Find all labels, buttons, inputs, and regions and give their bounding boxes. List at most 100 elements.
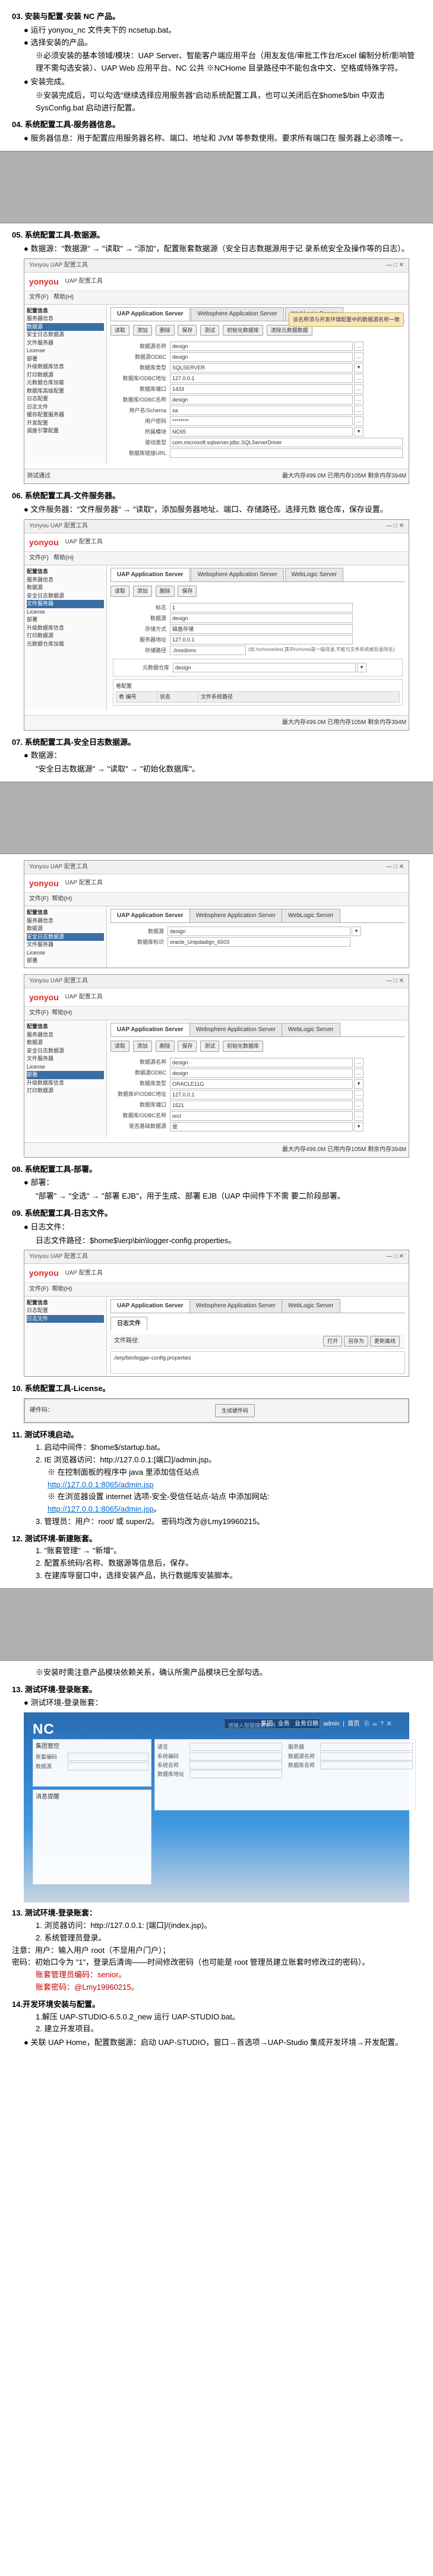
v[interactable] [189, 1752, 282, 1760]
btn-add[interactable]: 添加 [133, 586, 152, 596]
btn-lookup[interactable]: … [354, 395, 364, 404]
nc-m2[interactable]: 业务 [278, 1721, 290, 1727]
tree-item[interactable]: 打印数据源 [27, 632, 104, 640]
btn-lookup[interactable]: … [354, 352, 364, 362]
tab-uap[interactable]: UAP Application Server [110, 1299, 190, 1313]
tree-item-selected[interactable]: 部署 [27, 1071, 104, 1079]
btn-add[interactable]: 添加 [133, 325, 152, 336]
sel-type[interactable]: SQLSERVER [170, 363, 353, 372]
tree-item[interactable]: 部署 [27, 957, 104, 965]
inp-sid[interactable]: design [170, 395, 353, 404]
tree-item[interactable]: 文件服务器 [27, 339, 104, 347]
btn-save[interactable]: 保存 [178, 1041, 197, 1051]
tree-item[interactable]: 日志配置 [27, 1307, 104, 1315]
v[interactable]: design [170, 1069, 353, 1078]
tree-item[interactable]: 安全日志数据源 [27, 331, 104, 339]
tree-item-selected[interactable]: 安全日志数据源 [27, 933, 104, 941]
inp-pwd[interactable]: ******** [170, 416, 353, 426]
btn-read[interactable]: 读取 [110, 325, 129, 336]
win-controls[interactable]: — □ ✕ [386, 976, 404, 986]
btn-test[interactable]: 测试 [200, 1041, 219, 1051]
tree-item[interactable]: 开发配置 [27, 419, 104, 428]
btn-update[interactable]: 更新离线 [370, 1336, 400, 1347]
btn-lookup[interactable]: … [354, 1058, 364, 1067]
fs-v1[interactable]: 1 [170, 603, 353, 612]
inp-mod[interactable]: NC65 [170, 427, 353, 437]
tree-item-selected[interactable]: 数据源 [27, 323, 104, 331]
tree-item[interactable]: License [27, 347, 104, 355]
tree-item-selected[interactable]: 文件服务器 [27, 600, 104, 608]
btn-init[interactable]: 初始化数据库 [223, 1041, 263, 1051]
inp-url[interactable] [170, 448, 403, 458]
v[interactable] [189, 1743, 282, 1751]
btn-lookup[interactable]: … [354, 384, 364, 394]
menu-help[interactable]: 帮助(H) [52, 1286, 72, 1292]
dropdown-icon[interactable]: ▾ [352, 927, 361, 936]
tab-uap[interactable]: UAP Application Server [110, 909, 190, 922]
btn-lookup[interactable]: … [354, 1111, 364, 1121]
tree-item[interactable]: 升级数据库信息 [27, 624, 104, 633]
v[interactable] [320, 1752, 413, 1760]
btn-read[interactable]: 读取 [110, 1041, 129, 1051]
btn-save[interactable]: 保存 [178, 586, 197, 596]
nav-tree[interactable]: 配置信息 服务器信息 数据源 安全日志数据源 文件服务器 License 部署 [24, 906, 107, 968]
tree-item[interactable]: 服务器信息 [27, 1031, 104, 1039]
btn-lookup[interactable]: … [354, 342, 364, 351]
tree-item[interactable]: 数据源 [27, 584, 104, 592]
btn-lookup[interactable]: … [354, 1090, 364, 1099]
dropdown-icon[interactable]: ▾ [354, 1122, 364, 1131]
tree-item[interactable]: 服务器信息 [27, 576, 104, 584]
tab-uap[interactable]: UAP Application Server [110, 1023, 190, 1036]
inp-port[interactable]: 1433 [170, 384, 353, 394]
dep-idv[interactable]: oracle_Unipdadign_6503 [167, 937, 350, 947]
tab-uap[interactable]: UAP Application Server [110, 307, 190, 321]
win-controls[interactable]: — □ ✕ [386, 862, 404, 872]
tab-was[interactable]: Websphere Application Server [189, 909, 282, 922]
tree-item[interactable]: 打印数据源 [27, 371, 104, 380]
inp-drv[interactable]: com.microsoft.sqlserver.jdbc.SQLServerDr… [170, 438, 403, 447]
tree-item[interactable]: License [27, 949, 104, 957]
tab-was[interactable]: Websphere Application Server [189, 1023, 282, 1036]
menu-file[interactable]: 文件(F) [29, 896, 49, 902]
v[interactable]: orcl [170, 1111, 353, 1121]
btn-saveas[interactable]: 另存为 [344, 1336, 368, 1347]
tree-item[interactable]: 日志配置 [27, 395, 104, 403]
tree-item[interactable]: 升级数据库信息 [27, 363, 104, 371]
menu-help[interactable]: 帮助(H) [52, 896, 72, 902]
close-icon[interactable]: ✕ [387, 1721, 391, 1727]
meta-v[interactable]: design [173, 663, 356, 672]
btn-lookup[interactable]: … [354, 416, 364, 426]
link-admin2[interactable]: http://127.0.0.1:8065/admin.jsp [48, 1504, 154, 1513]
btn-lookup[interactable]: … [354, 1069, 364, 1078]
tab-was[interactable]: Websphere Application Server [191, 307, 283, 321]
btn-add[interactable]: 添加 [133, 1041, 152, 1051]
nc-p1b-inp[interactable] [68, 1762, 148, 1771]
inp-user[interactable]: sa [170, 406, 353, 415]
v[interactable]: 127.0.0.1 [170, 1090, 353, 1099]
tree-item[interactable]: 服务器信息 [27, 917, 104, 925]
lic-input[interactable] [57, 1405, 211, 1416]
help-icon[interactable]: ? [380, 1721, 384, 1727]
menu-file[interactable]: 文件(F) [29, 1010, 49, 1016]
tree-item[interactable]: 元数据仓库加载 [27, 379, 104, 387]
v[interactable] [189, 1761, 282, 1769]
tree-item[interactable]: 部署 [27, 616, 104, 624]
fs-v2[interactable]: design [170, 614, 353, 623]
v[interactable] [320, 1743, 413, 1751]
v[interactable] [320, 1761, 413, 1769]
win-controls[interactable]: — □ ✕ [386, 521, 404, 531]
tree-item[interactable]: 打印数据源 [27, 1087, 104, 1095]
btn-lookup[interactable]: … [354, 1101, 364, 1110]
nav-tree[interactable]: 配置信息 服务器信息 数据源 安全日志数据源 文件服务器 License 部署 … [24, 565, 107, 710]
v[interactable]: 是 [170, 1122, 353, 1131]
btn-gen-hw[interactable]: 生成硬件码 [215, 1404, 255, 1417]
tree-item[interactable]: 日志文件 [27, 403, 104, 412]
btn-lookup[interactable]: … [354, 374, 364, 383]
nc-m3[interactable]: 业务日期 [295, 1721, 318, 1727]
menu-help[interactable]: 帮助(H) [53, 555, 74, 561]
v[interactable]: design [170, 1058, 353, 1067]
tree-item[interactable]: 文件服务器 [27, 941, 104, 949]
win-controls[interactable]: — □ ✕ [386, 261, 404, 270]
nc-m1[interactable]: 集团 [261, 1721, 273, 1727]
nc-p1a-inp[interactable] [68, 1753, 148, 1761]
